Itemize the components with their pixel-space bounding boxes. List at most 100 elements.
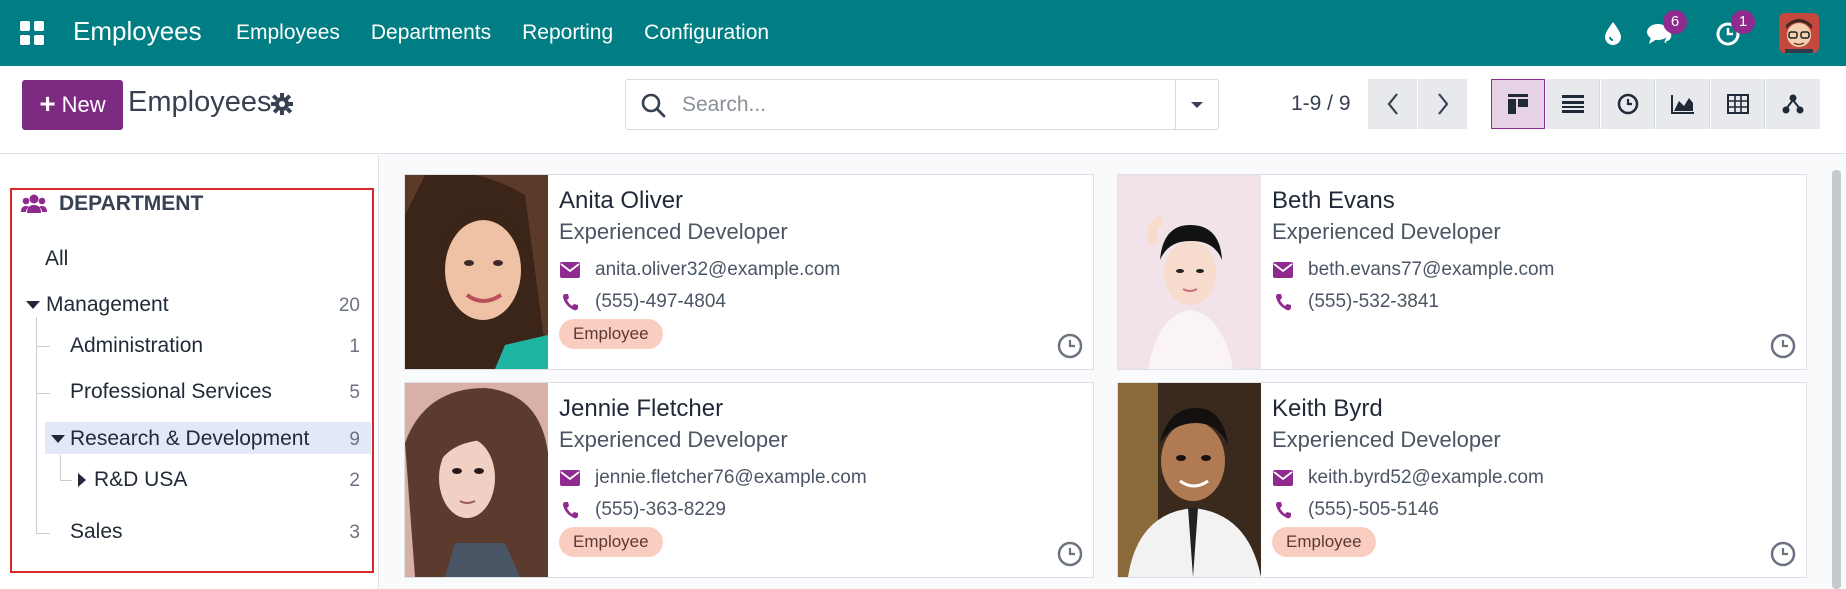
caret-down-icon[interactable] [26,301,40,309]
employee-email: keith.byrd52@example.com [1308,467,1544,488]
plus-icon: + [39,87,56,119]
employee-photo [1118,383,1261,577]
users-icon [21,194,47,213]
pager-next-button[interactable] [1418,79,1467,129]
main-menu: Employees Departments Reporting Configur… [236,0,769,66]
department-research-development-count: 9 [349,429,360,450]
employee-name: Keith Byrd [1272,395,1383,422]
department-administration[interactable]: Administration [70,334,203,358]
pivot-icon [1726,94,1749,114]
kanban-view-button[interactable] [1491,79,1545,129]
employee-tag: Employee [559,527,663,557]
tree-line [36,317,37,534]
employee-job-title: Experienced Developer [559,219,788,244]
caret-right-icon[interactable] [78,473,86,487]
employee-phone-row: (555)-363-8229 [559,499,726,521]
department-panel-header: DEPARTMENT [21,192,203,216]
department-management-count: 20 [338,295,360,316]
caret-down-icon [1191,101,1203,108]
employee-phone-row: (555)-505-5146 [1272,499,1439,521]
department-professional-services-count: 5 [349,382,360,403]
employee-phone: (555)-363-8229 [595,499,726,520]
gear-icon[interactable] [271,93,293,115]
app-menu-icon[interactable] [20,21,44,45]
employee-email: anita.oliver32@example.com [595,259,841,280]
employee-name: Beth Evans [1272,187,1395,214]
employee-photo [405,383,548,577]
employee-email: jennie.fletcher76@example.com [595,467,867,488]
graph-view-button[interactable] [1656,79,1710,129]
employee-card[interactable]: Keith Byrd Experienced Developer keith.b… [1117,382,1807,578]
department-rd-usa[interactable]: R&D USA [94,468,187,492]
employee-job-title: Experienced Developer [1272,427,1501,452]
drop-icon[interactable] [1598,18,1628,48]
employee-email: beth.evans77@example.com [1308,259,1555,280]
kanban-scrollbar[interactable] [1832,170,1841,589]
employee-phone-row: (555)-497-4804 [559,291,726,313]
employee-card[interactable]: Anita Oliver Experienced Developer anita… [404,174,1094,370]
user-avatar[interactable] [1779,13,1819,53]
kanban-icon [1508,94,1528,114]
activities-icon[interactable]: 1 [1713,10,1755,48]
tree-line [36,346,50,347]
department-panel-title: DEPARTMENT [59,192,204,215]
phone-icon [559,500,581,520]
messages-icon[interactable]: 6 [1645,10,1687,48]
department-sales-count: 3 [349,522,360,543]
employee-phone: (555)-505-5146 [1308,499,1439,520]
menu-departments[interactable]: Departments [371,21,491,45]
envelope-icon [559,468,581,488]
tree-line [60,455,61,481]
employee-name: Anita Oliver [559,187,684,214]
hierarchy-view-button[interactable] [1766,79,1820,129]
list-view-button[interactable] [1546,79,1600,129]
department-rd-usa-count: 2 [349,470,360,491]
employee-phone: (555)-497-4804 [595,291,726,312]
department-management[interactable]: Management [46,293,169,317]
employee-email-row: jennie.fletcher76@example.com [559,467,867,489]
employee-name: Jennie Fletcher [559,395,724,422]
menu-employees[interactable]: Employees [236,21,340,45]
employee-photo [1118,175,1261,369]
activity-view-button[interactable] [1601,79,1655,129]
search-bar [625,79,1219,130]
caret-down-icon[interactable] [51,435,65,443]
activity-icon [1617,93,1638,115]
messages-badge: 6 [1663,10,1687,34]
pager-value[interactable]: 1-9 / 9 [1291,92,1351,116]
clock-icon[interactable] [1770,541,1796,567]
pager-previous-button[interactable] [1368,79,1417,129]
phone-icon [1272,500,1294,520]
clock-icon[interactable] [1057,541,1083,567]
employee-tag: Employee [559,319,663,349]
hierarchy-icon [1782,94,1804,114]
activities-badge: 1 [1731,10,1755,34]
employee-email-row: anita.oliver32@example.com [559,259,840,281]
clock-icon[interactable] [1057,333,1083,359]
department-research-development[interactable]: Research & Development [70,427,309,451]
employee-job-title: Experienced Developer [559,427,788,452]
phone-icon [1272,292,1294,312]
top-navbar: Employees Employees Departments Reportin… [0,0,1846,66]
menu-reporting[interactable]: Reporting [522,21,613,45]
clock-icon[interactable] [1770,333,1796,359]
pivot-view-button[interactable] [1711,79,1765,129]
department-sales[interactable]: Sales [70,520,123,544]
department-professional-services[interactable]: Professional Services [70,380,272,404]
department-administration-count: 1 [349,336,360,357]
employee-card[interactable]: Jennie Fletcher Experienced Developer je… [404,382,1094,578]
search-input[interactable] [682,88,1082,121]
graph-icon [1670,95,1694,114]
department-all[interactable]: All [45,247,68,271]
new-button[interactable]: + New [22,80,123,130]
menu-configuration[interactable]: Configuration [644,21,769,45]
search-options-toggle[interactable] [1175,80,1218,129]
search-icon [640,92,666,118]
employee-photo [405,175,548,369]
app-brand[interactable]: Employees [73,16,202,47]
employee-card[interactable]: Beth Evans Experienced Developer beth.ev… [1117,174,1807,370]
employee-job-title: Experienced Developer [1272,219,1501,244]
list-icon [1561,95,1584,113]
envelope-icon [1272,260,1294,280]
employee-email-row: beth.evans77@example.com [1272,259,1554,281]
